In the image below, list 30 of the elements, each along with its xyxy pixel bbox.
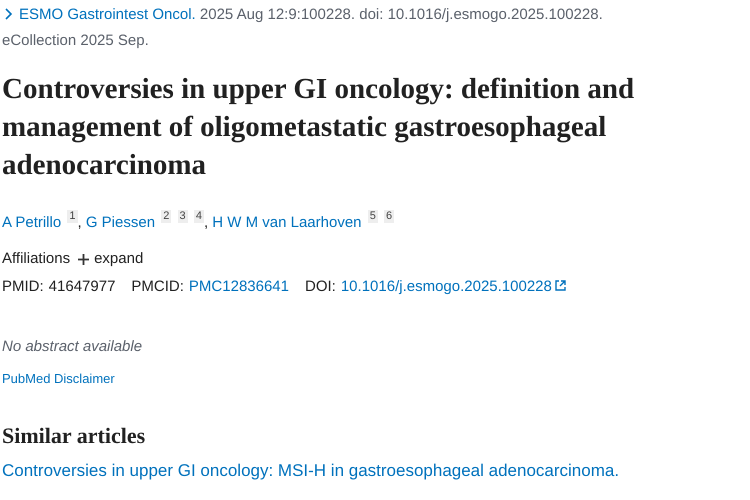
affiliation-number[interactable]: 5: [368, 210, 378, 223]
affiliation-number[interactable]: 6: [384, 210, 394, 223]
plus-icon: [78, 254, 90, 264]
affiliation-number[interactable]: 4: [194, 210, 204, 223]
affiliation-number[interactable]: 1: [67, 210, 78, 223]
author-link[interactable]: A Petrillo: [2, 214, 62, 231]
journal-link[interactable]: ESMO Gastrointest Oncol.: [2, 6, 196, 23]
external-link-icon: [554, 280, 566, 291]
identifier-link[interactable]: 10.1016/j.esmogo.2025.100228: [340, 276, 566, 298]
affiliations-label: Affiliations: [2, 249, 70, 269]
affiliation-number[interactable]: 3: [178, 210, 188, 223]
affiliation-number[interactable]: 2: [161, 210, 172, 223]
author-link[interactable]: H W M van Laarhoven: [212, 214, 362, 231]
expand-toggle[interactable]: expand: [78, 248, 144, 270]
chevron-right-icon: [4, 8, 13, 20]
section-heading: Similar articles: [2, 423, 146, 449]
abstract-note: No abstract available: [2, 338, 144, 355]
article-title: Controversies in upper GI oncology: definition and management of oligometastatic gastroesophageal adenocarcinoma: [2, 72, 636, 183]
article-link[interactable]: Controversies in upper GI oncology: MSI-H in gastroesophageal adenocarcinoma.: [2, 461, 750, 481]
identifier-label: DOI:: [305, 277, 336, 297]
identifier-label: PMCID:: [131, 277, 184, 297]
identifier-value: 41647977: [48, 277, 116, 297]
identifier-link[interactable]: PMC12836641: [188, 276, 289, 298]
identifier-label: PMID:: [2, 277, 44, 297]
citation-details: 2025 Aug 12:9:100228. doi: 10.1016/j.esmogo.2025.100228.: [200, 6, 603, 23]
author-link[interactable]: G Piessen: [86, 214, 156, 231]
comma: ,: [78, 214, 82, 231]
disclaimer-link[interactable]: PubMed Disclaimer: [2, 371, 115, 386]
comma: ,: [204, 214, 208, 231]
collection-date: eCollection 2025 Sep.: [2, 32, 149, 49]
